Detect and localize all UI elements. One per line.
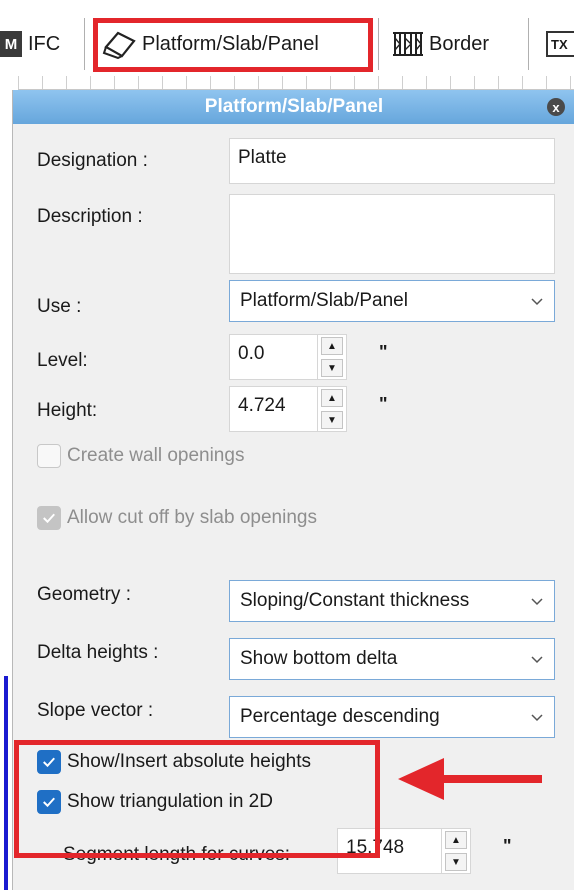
dialog-title-bar[interactable]: Platform/Slab/Panel x xyxy=(13,90,574,124)
ruler-strip xyxy=(18,76,574,90)
ifc-tool-label: IFC xyxy=(28,32,61,55)
use-dropdown[interactable]: Platform/Slab/Panel xyxy=(229,280,555,322)
create-wall-openings-checkbox[interactable]: Create wall openings xyxy=(37,444,244,468)
spin-down-icon[interactable]: ▼ xyxy=(321,359,343,377)
highlight-box-platform-tool xyxy=(93,18,373,72)
height-value[interactable]: 4.724 xyxy=(229,386,317,432)
ifc-icon: M xyxy=(0,31,22,57)
slope-vector-label: Slope vector : xyxy=(37,700,154,721)
chevron-down-icon xyxy=(531,298,543,306)
create-wall-openings-label: Create wall openings xyxy=(67,445,245,466)
spin-down-icon[interactable]: ▼ xyxy=(445,853,467,871)
ifc-tool-button[interactable]: M IFC xyxy=(0,22,60,66)
designation-label: Designation : xyxy=(37,150,148,171)
segment-length-unit: " xyxy=(503,836,512,856)
level-value[interactable]: 0.0 xyxy=(229,334,317,380)
checkbox-unchecked-icon xyxy=(37,444,61,468)
border-fence-icon xyxy=(393,32,423,56)
delta-heights-label: Delta heights : xyxy=(37,642,159,663)
segment-length-spin-arrows[interactable]: ▲ ▼ xyxy=(441,828,471,874)
level-label: Level: xyxy=(37,350,88,371)
border-tool-button[interactable]: Border xyxy=(390,22,489,66)
slope-vector-dropdown-value: Percentage descending xyxy=(240,706,440,727)
chevron-down-icon xyxy=(531,714,543,722)
spin-up-icon[interactable]: ▲ xyxy=(321,389,343,407)
geometry-dropdown[interactable]: Sloping/Constant thickness xyxy=(229,580,555,622)
allow-cut-off-checkbox[interactable]: Allow cut off by slab openings xyxy=(37,506,317,530)
check-icon xyxy=(37,506,61,530)
chevron-down-icon xyxy=(531,656,543,664)
designation-field[interactable]: Platte xyxy=(229,138,555,184)
level-spin-arrows[interactable]: ▲ ▼ xyxy=(317,334,347,380)
dialog-title: Platform/Slab/Panel xyxy=(204,96,384,117)
blue-margin-line xyxy=(4,676,8,890)
slope-vector-dropdown[interactable]: Percentage descending xyxy=(229,696,555,738)
height-spin-arrows[interactable]: ▲ ▼ xyxy=(317,386,347,432)
close-icon[interactable]: x xyxy=(547,98,565,116)
text-tool-button[interactable]: TX xyxy=(546,22,574,66)
toolbar-separator xyxy=(528,18,529,70)
highlight-box-checkboxes xyxy=(14,740,380,858)
toolbar-separator xyxy=(378,18,379,70)
height-label: Height: xyxy=(37,400,98,421)
toolbar-separator xyxy=(84,18,85,70)
spin-up-icon[interactable]: ▲ xyxy=(445,831,467,849)
border-tool-label: Border xyxy=(429,32,490,55)
spin-down-icon[interactable]: ▼ xyxy=(321,411,343,429)
use-label: Use : xyxy=(37,296,82,317)
use-dropdown-value: Platform/Slab/Panel xyxy=(240,290,408,311)
red-arrow-icon xyxy=(398,758,542,800)
description-label: Description : xyxy=(37,206,143,227)
description-field[interactable] xyxy=(229,194,555,274)
text-icon: TX xyxy=(546,31,574,57)
delta-heights-dropdown[interactable]: Show bottom delta xyxy=(229,638,555,680)
level-spinner[interactable]: 0.0 ▲ ▼ xyxy=(229,334,347,380)
level-unit: " xyxy=(379,342,388,362)
allow-cut-off-label: Allow cut off by slab openings xyxy=(67,507,317,528)
height-spinner[interactable]: 4.724 ▲ ▼ xyxy=(229,386,347,432)
geometry-label: Geometry : xyxy=(37,584,131,605)
spin-up-icon[interactable]: ▲ xyxy=(321,337,343,355)
chevron-down-icon xyxy=(531,598,543,606)
height-unit: " xyxy=(379,394,388,414)
delta-heights-dropdown-value: Show bottom delta xyxy=(240,648,398,669)
geometry-dropdown-value: Sloping/Constant thickness xyxy=(240,590,470,611)
